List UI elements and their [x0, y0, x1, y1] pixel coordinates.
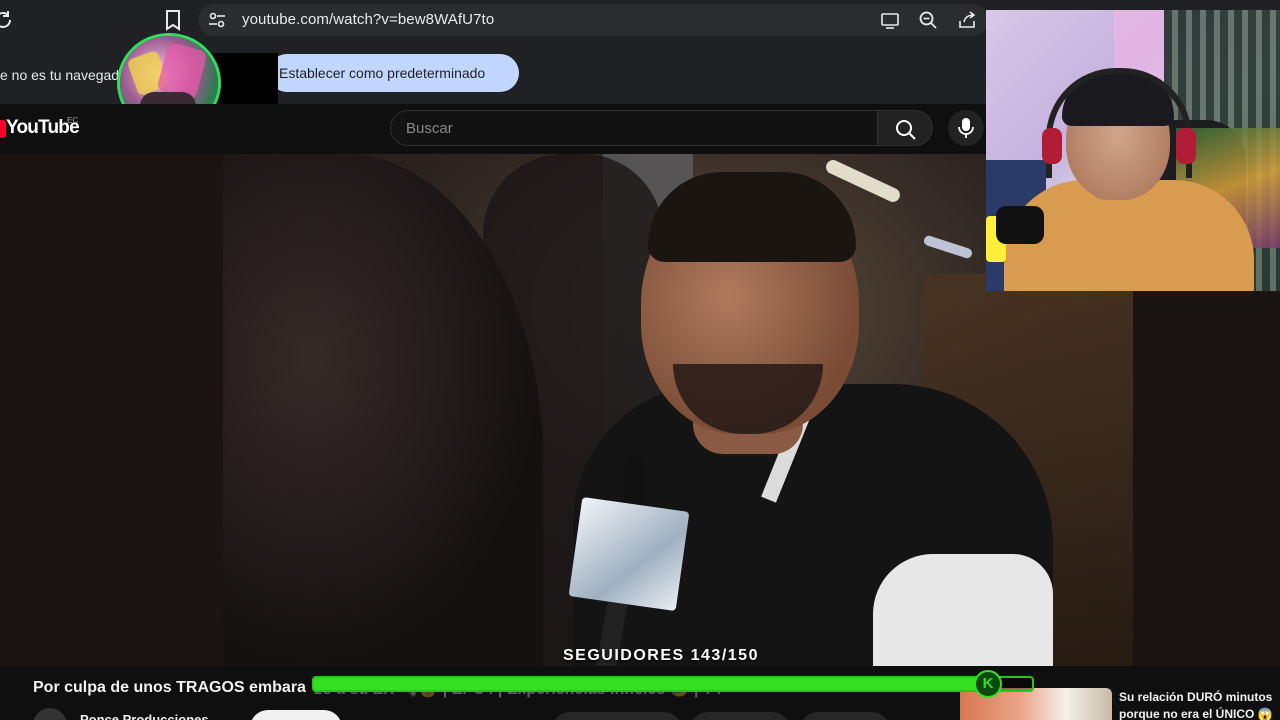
infobar-text: e no es tu navegad: [0, 67, 120, 83]
address-bar[interactable]: youtube.com/watch?v=bew8WAfU7to: [198, 4, 988, 36]
reload-icon[interactable]: [0, 8, 14, 32]
search-icon: [896, 120, 916, 140]
followers-goal-label: SEGUIDORES 143/150: [563, 647, 759, 664]
cast-icon[interactable]: [880, 10, 900, 30]
bookmark-icon[interactable]: [164, 9, 182, 31]
search-input[interactable]: Buscar: [390, 110, 878, 146]
followers-progress-fill: [314, 678, 999, 690]
channel-avatar[interactable]: [33, 708, 67, 720]
share-button[interactable]: [690, 712, 790, 720]
kick-badge-icon: K: [974, 670, 1002, 698]
voice-search-button[interactable]: [948, 110, 984, 146]
save-button[interactable]: [800, 712, 890, 720]
recommended-video-title[interactable]: Su relación DURÓ minutos porque no era e…: [1119, 689, 1279, 720]
followers-progress-bar: [312, 676, 1034, 692]
region-code: EC: [67, 116, 79, 125]
mic-icon: [958, 118, 974, 138]
search-placeholder: Buscar: [406, 120, 453, 137]
screen: youtube.com/watch?v=bew8WAfU7to e no es …: [0, 0, 1280, 720]
site-settings-icon[interactable]: [208, 12, 226, 28]
set-default-button[interactable]: Establecer como predeterminado: [268, 54, 519, 92]
zoom-icon[interactable]: [918, 10, 938, 30]
channel-name[interactable]: Ponce Producciones: [80, 712, 209, 720]
share-icon[interactable]: [957, 10, 977, 30]
like-dislike-button[interactable]: [552, 712, 682, 720]
search-button[interactable]: [877, 110, 933, 146]
subscribe-button[interactable]: [250, 710, 342, 720]
streamer-webcam: [986, 10, 1280, 291]
video-title: Por culpa de unos TRAGOS embara: [33, 679, 306, 696]
url-text[interactable]: youtube.com/watch?v=bew8WAfU7to: [242, 11, 494, 28]
